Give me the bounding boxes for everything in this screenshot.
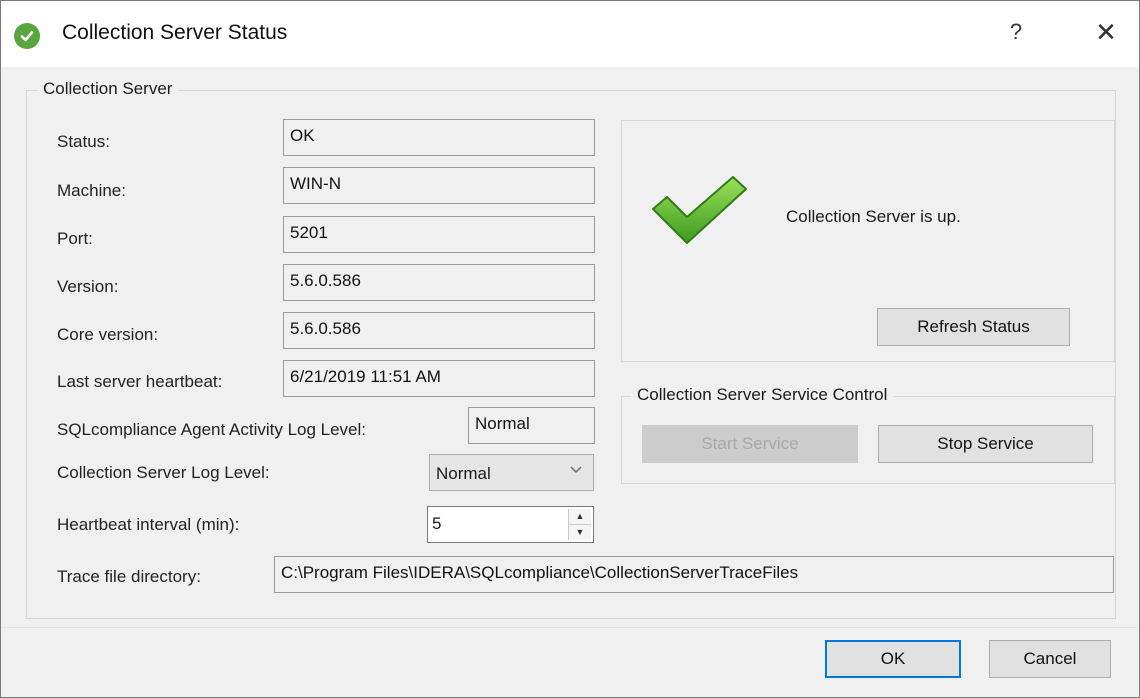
agent-log-level-field: Normal: [468, 407, 595, 444]
close-button[interactable]: ✕: [1091, 17, 1121, 49]
footer-separator: [1, 627, 1139, 628]
heartbeat-interval-value[interactable]: 5: [432, 514, 441, 533]
trace-dir-label: Trace file directory:: [57, 567, 201, 586]
machine-label: Machine:: [57, 181, 126, 200]
status-field: OK: [283, 119, 595, 156]
heartbeat-interval-label: Heartbeat interval (min):: [57, 515, 240, 534]
ok-button[interactable]: OK: [825, 640, 961, 678]
arrow-down-icon[interactable]: ▼: [569, 525, 591, 540]
log-level-value: Normal: [436, 464, 491, 483]
status-label: Status:: [57, 132, 110, 151]
core-version-field: 5.6.0.586: [283, 312, 595, 349]
version-label: Version:: [57, 277, 119, 296]
core-version-label: Core version:: [57, 325, 159, 344]
title-bar: Collection Server Status ? ✕: [1, 1, 1139, 67]
service-control-legend: Collection Server Service Control: [631, 385, 894, 405]
machine-field: WIN-N: [283, 167, 595, 204]
refresh-status-button[interactable]: Refresh Status: [877, 308, 1070, 346]
server-log-level-label: Collection Server Log Level:: [57, 463, 270, 482]
port-field: 5201: [283, 216, 595, 253]
version-field: 5.6.0.586: [283, 264, 595, 301]
agent-log-level-label: SQLcompliance Agent Activity Log Level:: [57, 420, 367, 439]
checkmark-icon: [652, 176, 747, 244]
collection-server-status-dialog: Collection Server Status ? ✕ Collection …: [0, 0, 1140, 698]
heartbeat-interval-spinner[interactable]: 5 ▲ ▼: [427, 506, 594, 543]
window-title: Collection Server Status: [62, 21, 288, 44]
check-circle-icon: [14, 23, 40, 49]
port-label: Port:: [57, 229, 93, 248]
help-button[interactable]: ?: [1004, 19, 1028, 49]
stop-service-button[interactable]: Stop Service: [878, 425, 1093, 463]
spinner-buttons: ▲ ▼: [568, 509, 591, 540]
cancel-button[interactable]: Cancel: [989, 640, 1111, 678]
heartbeat-field: 6/21/2019 11:51 AM: [283, 360, 595, 397]
log-level-dropdown[interactable]: Normal: [429, 454, 594, 491]
start-service-button[interactable]: Start Service: [642, 425, 858, 463]
group-legend: Collection Server: [37, 79, 179, 99]
trace-dir-field: C:\Program Files\IDERA\SQLcompliance\Col…: [274, 556, 1114, 593]
heartbeat-label: Last server heartbeat:: [57, 372, 223, 391]
status-message: Collection Server is up.: [786, 207, 961, 226]
chevron-down-icon: [569, 462, 583, 481]
arrow-up-icon[interactable]: ▲: [569, 509, 591, 525]
